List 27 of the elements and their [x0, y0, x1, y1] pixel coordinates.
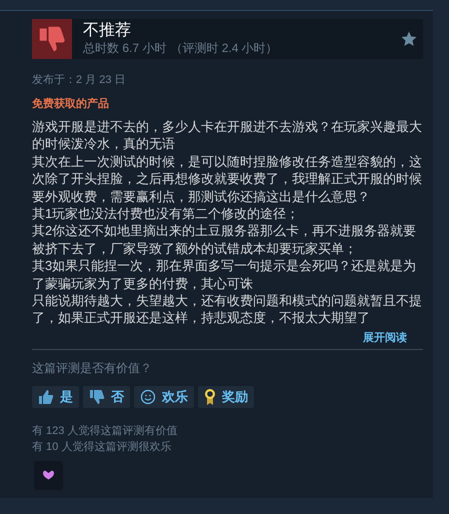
review-paragraph: 其2你这还不如地里摘出来的土豆服务器那么卡，再不进服务器就要被挤下去了，厂家导致了额外的试错成本却要玩家买单；: [32, 222, 418, 258]
expand-link[interactable]: 展开阅读: [363, 330, 407, 345]
heart-icon: [42, 470, 55, 480]
award-button[interactable]: 奖励: [198, 386, 254, 408]
review-paragraph: 游戏开服是进不去的，多少人卡在开服进不去游戏？在玩家兴趣最大的时候泼冷水，真的无语: [32, 118, 423, 153]
playtime-at-review: （评测时 2.4 小时）: [170, 40, 278, 56]
medal-icon: [204, 388, 216, 406]
vote-count: 有 10 人觉得这篇评测很欢乐: [32, 440, 172, 455]
playtime-text: 总时数 6.7 小时: [83, 40, 166, 56]
product-tag: 免费获取的产品: [32, 97, 423, 111]
review-paragraph: 其1玩家也没法付费也没有第二个修改的途径；: [32, 205, 300, 222]
posted-date: 发布于：2 月 23 日: [32, 73, 127, 87]
review-paragraph: 只能说期待越大，失望越大，还有收费问题和模式的问题就暂且不提了，如果正式开服还是这样，持悲观态度，不报太大期望了: [32, 292, 423, 327]
funny-button[interactable]: 欢乐: [134, 386, 194, 408]
smiley-icon: [140, 388, 156, 405]
verdict-title: 不推荐: [83, 22, 132, 40]
no-button[interactable]: 否: [83, 386, 130, 408]
star-icon[interactable]: [401, 31, 417, 47]
vote-count: 有 123 人觉得这篇评测有价值: [32, 424, 178, 439]
thumbs-down-icon: [89, 388, 105, 405]
review-paragraph: 其次在上一次测试的时候，是可以随时捏脸修改任务造型容貌的，这次除了开头捏脸，之后再想修改就要收费了，我理解正式开服的时候要外观收费，需要赢利点，那测试你还搞这出是什么意思？: [32, 152, 423, 206]
thumbs-up-icon: [38, 388, 54, 405]
award-badge[interactable]: [34, 460, 63, 490]
thumbs-down-icon: [38, 25, 66, 53]
helpful-question: 这篇评测是否有价值？: [32, 360, 153, 376]
review-paragraph: 其3如果只能捏一次，那在界面多写一句提示是会死吗？还是就是为了蒙骗玩家为了更多的付费，其心可诛: [32, 257, 418, 292]
yes-button[interactable]: 是: [32, 386, 79, 408]
